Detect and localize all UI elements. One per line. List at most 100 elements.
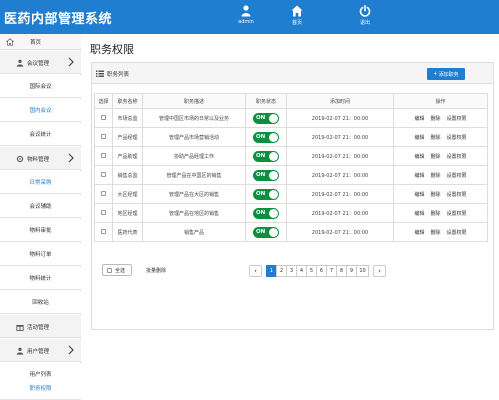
- checkbox-icon: [107, 267, 112, 273]
- set-permission-button[interactable]: 设置权限: [447, 211, 467, 217]
- add-role-button[interactable]: + 添加职务: [427, 68, 465, 80]
- top-header: 医药内部管理系统 admin 首页 退出: [0, 0, 499, 34]
- role-status-cell: ON: [245, 184, 287, 204]
- settings-icon: [16, 155, 24, 163]
- power-icon: [359, 5, 371, 17]
- row-checkbox[interactable]: [101, 172, 106, 177]
- delete-button[interactable]: 删除: [430, 173, 440, 179]
- add-time-cell: 2019-02-07 21：00:00: [286, 222, 394, 242]
- sidebar-item-label: 国际会议: [29, 84, 52, 90]
- sidebar-item-intl-meeting[interactable]: 国际会议: [0, 75, 81, 98]
- role-status-cell: ON: [245, 108, 287, 128]
- row-checkbox[interactable]: [101, 210, 106, 215]
- row-select-cell[interactable]: [94, 165, 113, 185]
- user-icon: [241, 5, 251, 17]
- actions-cell: 编辑 删除 设置权限: [393, 146, 488, 166]
- sidebar-item-material-orders[interactable]: 物料订单: [0, 243, 81, 266]
- delete-button[interactable]: 删除: [430, 116, 440, 122]
- set-permission-button[interactable]: 设置权限: [447, 173, 467, 179]
- sidebar-group-label: 活动管理: [27, 325, 50, 331]
- panel-title: 职务列表: [107, 72, 130, 78]
- next-page-button[interactable]: ›: [373, 265, 386, 277]
- set-permission-button[interactable]: 设置权限: [447, 135, 467, 141]
- row-select-cell[interactable]: [94, 146, 113, 166]
- sidebar-group-material[interactable]: 物料管理: [0, 147, 81, 170]
- col-add-time: 添加时间: [286, 93, 394, 109]
- toggle-knob: [269, 189, 278, 199]
- sidebar-item-domestic-meeting[interactable]: 国内会议: [0, 99, 81, 122]
- sidebar-item-label: 会议辅助: [29, 204, 52, 210]
- sidebar-item-meeting-aid[interactable]: 会议辅助: [0, 195, 81, 218]
- sidebar-item-material-approval[interactable]: 物料审批: [0, 219, 81, 242]
- sidebar-item-recycle-bin[interactable]: 回收站: [0, 291, 81, 314]
- role-name-cell: 医药代表: [112, 222, 143, 242]
- sidebar-item-meeting-stats[interactable]: 会议统计: [0, 123, 81, 146]
- edit-button[interactable]: 编辑: [414, 116, 424, 122]
- batch-delete-link[interactable]: 批量删除: [146, 267, 166, 274]
- row-select-cell[interactable]: [94, 203, 113, 223]
- row-checkbox[interactable]: [101, 153, 106, 158]
- edit-button[interactable]: 编辑: [414, 192, 424, 198]
- status-toggle[interactable]: ON: [253, 169, 279, 181]
- actions-cell: 编辑 删除 设置权限: [393, 108, 488, 128]
- status-toggle[interactable]: ON: [253, 188, 279, 200]
- sidebar-group-meeting[interactable]: 会议管理: [0, 51, 81, 74]
- sidebar-group-activity[interactable]: 活动管理: [0, 315, 81, 338]
- edit-button[interactable]: 编辑: [414, 173, 424, 179]
- edit-button[interactable]: 编辑: [414, 135, 424, 141]
- set-permission-button[interactable]: 设置权限: [447, 116, 467, 122]
- status-toggle[interactable]: ON: [253, 226, 279, 238]
- status-toggle[interactable]: ON: [253, 150, 279, 162]
- admin-nav-item[interactable]: admin: [226, 5, 266, 25]
- sidebar-item-label: 物料统计: [29, 276, 52, 282]
- delete-button[interactable]: 删除: [430, 135, 440, 141]
- table-row: 市场总监 管理中国区市场的日常以及业务 ON 2019-02-07 21：00:00 编…: [94, 108, 488, 128]
- edit-button[interactable]: 编辑: [414, 230, 424, 236]
- logout-nav-item[interactable]: 退出: [345, 5, 385, 26]
- delete-button[interactable]: 删除: [430, 230, 440, 236]
- page-button[interactable]: 10: [356, 265, 369, 277]
- row-checkbox[interactable]: [101, 115, 106, 120]
- plus-icon: +: [433, 71, 438, 77]
- edit-button[interactable]: 编辑: [414, 211, 424, 217]
- set-permission-button[interactable]: 设置权限: [447, 154, 467, 160]
- sidebar-group-user[interactable]: 用户管理: [0, 339, 81, 362]
- toggle-knob: [269, 227, 278, 237]
- row-select-cell[interactable]: [94, 184, 113, 204]
- set-permission-button[interactable]: 设置权限: [447, 230, 467, 236]
- row-checkbox[interactable]: [101, 191, 106, 196]
- delete-button[interactable]: 删除: [430, 154, 440, 160]
- status-toggle[interactable]: ON: [253, 112, 279, 124]
- delete-button[interactable]: 删除: [430, 192, 440, 198]
- prev-page-button[interactable]: ‹: [249, 265, 262, 277]
- edit-button[interactable]: 编辑: [414, 154, 424, 160]
- delete-button[interactable]: 删除: [430, 211, 440, 217]
- sidebar-item-home[interactable]: 首页: [0, 34, 81, 50]
- role-desc-cell: 管理产品市场营销活动: [142, 127, 246, 147]
- select-all-label: 全选: [115, 267, 126, 274]
- add-time-cell: 2019-02-07 21：00:00: [286, 146, 394, 166]
- sidebar-item-role-permission[interactable]: 职务权限: [0, 377, 81, 400]
- role-desc-cell: 管理产品在大区的销售: [142, 184, 246, 204]
- sidebar-item-label: 物料订单: [29, 252, 52, 258]
- row-select-cell[interactable]: [94, 222, 113, 242]
- row-checkbox[interactable]: [101, 229, 106, 234]
- sidebar-item-daily-purchase[interactable]: 日常采购: [0, 171, 81, 194]
- table-header-row: 选择 职务名称 职务描述 职务状态 添加时间 操作: [94, 93, 488, 109]
- row-select-cell[interactable]: [94, 108, 113, 128]
- actions-cell: 编辑 删除 设置权限: [393, 203, 488, 223]
- sidebar-item-material-stats[interactable]: 物料统计: [0, 267, 81, 290]
- row-select-cell[interactable]: [94, 127, 113, 147]
- set-permission-button[interactable]: 设置权限: [447, 192, 467, 198]
- role-status-cell: ON: [245, 203, 287, 223]
- select-all-checkbox[interactable]: 全选: [102, 264, 132, 276]
- logout-label: 退出: [359, 20, 370, 26]
- status-toggle[interactable]: ON: [253, 207, 279, 219]
- toggle-knob: [269, 170, 278, 180]
- home-nav-item[interactable]: 首页: [277, 5, 317, 26]
- toggle-knob: [269, 151, 278, 161]
- status-toggle[interactable]: ON: [253, 131, 279, 143]
- row-checkbox[interactable]: [101, 134, 106, 139]
- page-title: 职务权限: [90, 43, 134, 56]
- role-desc-cell: 协助产品经理工作: [142, 146, 246, 166]
